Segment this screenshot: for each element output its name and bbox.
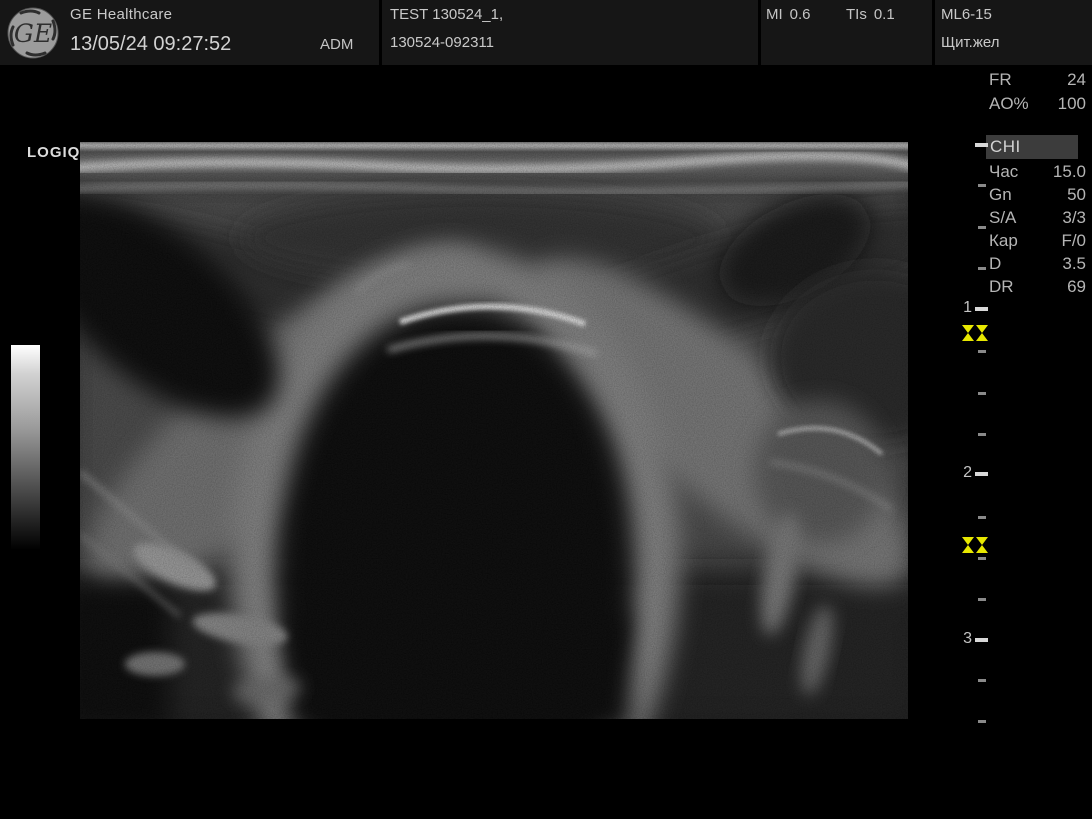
param-row-gain: Gn 50 [989, 185, 1086, 205]
caliper-marker-2[interactable] [962, 537, 989, 553]
param-row-sa: S/A 3/3 [989, 208, 1086, 228]
mi-value: 0.6 [790, 6, 811, 23]
depth-tick [978, 720, 986, 723]
tis-indicator: TIs 0.1 [846, 6, 895, 23]
param-row-fr: FR 24 [989, 70, 1086, 90]
tis-value: 0.1 [874, 6, 895, 23]
depth-tick-major [975, 638, 988, 642]
caliper-marker-1[interactable] [962, 325, 989, 341]
param-label: AO% [989, 94, 1029, 114]
depth-tick-major [975, 143, 988, 147]
logiq-watermark: LOGIQ [27, 144, 80, 161]
param-row-ao: AO% 100 [989, 94, 1086, 114]
param-label: Час [989, 162, 1018, 182]
param-row-dr: DR 69 [989, 277, 1086, 297]
date-time: 13/05/24 09:27:52 [70, 33, 231, 56]
active-mode-chi[interactable]: CHI [986, 135, 1078, 159]
param-value: 15.0 [1053, 162, 1086, 182]
param-label: Кар [989, 231, 1018, 251]
brand-name: GE Healthcare [70, 6, 172, 23]
depth-tick [978, 433, 986, 436]
param-label: DR [989, 277, 1014, 297]
depth-tick [978, 516, 986, 519]
depth-label-3: 3 [948, 630, 972, 648]
top-status-bar: GE GE Healthcare 13/05/24 09:27:52 ADM T… [0, 0, 1092, 65]
depth-tick [978, 226, 986, 229]
topbar-divider [758, 0, 761, 65]
depth-tick [978, 392, 986, 395]
grayscale-reference-bar [11, 345, 40, 550]
param-label: S/A [989, 208, 1016, 228]
depth-tick [978, 184, 986, 187]
depth-tick [978, 598, 986, 601]
depth-tick [978, 267, 986, 270]
depth-tick [978, 679, 986, 682]
param-value: 24 [1067, 70, 1086, 90]
param-value: 3.5 [1062, 254, 1086, 274]
exam-preset: Щит.жел [941, 34, 999, 51]
exam-id: 130524-092311 [390, 34, 494, 51]
mode-label: CHI [990, 137, 1021, 157]
param-label: Gn [989, 185, 1012, 205]
topbar-divider [932, 0, 935, 65]
depth-label-1: 1 [948, 299, 972, 317]
param-label: D [989, 254, 1001, 274]
param-row-freq: Час 15.0 [989, 162, 1086, 182]
topbar-divider [379, 0, 382, 65]
param-value: 3/3 [1062, 208, 1086, 228]
patient-exam-title: TEST 130524_1, [390, 6, 503, 23]
param-value: 100 [1058, 94, 1086, 114]
param-row-map: Кар F/0 [989, 231, 1086, 251]
probe-name: ML6-15 [941, 6, 992, 23]
param-row-depth: D 3.5 [989, 254, 1086, 274]
tis-label: TIs [846, 6, 867, 23]
param-value: 50 [1067, 185, 1086, 205]
depth-tick-major [975, 307, 988, 311]
mi-label: MI [766, 6, 783, 23]
svg-text:GE: GE [14, 19, 52, 48]
ge-logo-icon: GE [7, 7, 59, 59]
depth-tick [978, 350, 986, 353]
param-value: 69 [1067, 277, 1086, 297]
depth-label-2: 2 [948, 464, 972, 482]
depth-tick-major [975, 472, 988, 476]
depth-tick [978, 557, 986, 560]
ultrasound-image [80, 142, 908, 719]
param-label: FR [989, 70, 1012, 90]
mi-indicator: MI 0.6 [766, 6, 811, 23]
ultrasound-screen: GE GE Healthcare 13/05/24 09:27:52 ADM T… [0, 0, 1092, 819]
operator-id: ADM [320, 36, 353, 53]
param-value: F/0 [1061, 231, 1086, 251]
